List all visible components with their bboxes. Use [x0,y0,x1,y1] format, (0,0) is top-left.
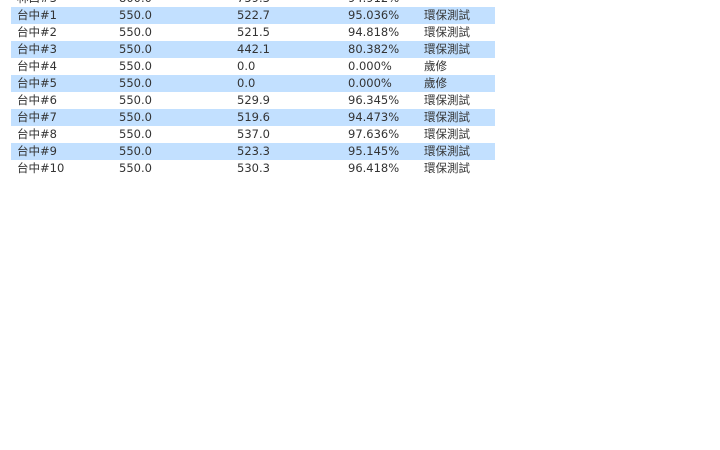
capacity-cell: 550.0 [119,8,152,22]
capacity-cell: 550.0 [119,127,152,141]
note-cell: 環保測試 [424,161,470,175]
unit-name-cell: 台中#7 [17,110,57,124]
unit-name-cell: 台中#3 [17,42,57,56]
table-row: 台中#7 550.0 519.6 94.473% 環保測試 [11,109,495,126]
note-cell: 環保測試 [424,42,470,56]
output-cell: 0.0 [237,76,256,90]
capacity-cell: 800.0 [119,0,152,7]
table-row: 台中#9 550.0 523.3 95.145% 環保測試 [11,143,495,160]
note-cell: 環保測試 [424,144,470,158]
note-cell: 環保測試 [424,25,470,39]
note-cell: 歲修 [424,76,447,90]
capacity-cell: 550.0 [119,76,152,90]
table-row: 台中#2 550.0 521.5 94.818% 環保測試 [11,24,495,41]
ratio-cell: 94.912% [348,0,399,7]
ratio-cell: 0.000% [348,59,392,73]
output-cell: 521.5 [237,25,270,39]
unit-name-cell: 台中#9 [17,144,57,158]
note-cell: 環保測試 [424,8,470,22]
unit-name-cell: 林口#3 [17,0,57,7]
power-unit-table: 林口#3 800.0 759.3 94.912% 台中#1 550.0 522.7 95.03… [11,0,495,177]
capacity-cell: 550.0 [119,110,152,124]
capacity-cell: 550.0 [119,25,152,39]
table-row: 台中#5 550.0 0.0 0.000% 歲修 [11,75,495,92]
table-row: 台中#4 550.0 0.0 0.000% 歲修 [11,58,495,75]
unit-name-cell: 台中#2 [17,25,57,39]
table-row: 台中#1 550.0 522.7 95.036% 環保測試 [11,7,495,24]
note-cell: 歲修 [424,59,447,73]
output-cell: 442.1 [237,42,270,56]
ratio-cell: 96.418% [348,161,400,175]
note-cell: 環保測試 [424,93,470,107]
ratio-cell: 95.145% [348,144,400,158]
capacity-cell: 550.0 [119,42,152,56]
output-cell: 529.9 [237,93,270,107]
ratio-cell: 96.345% [348,93,400,107]
output-cell: 537.0 [237,127,270,141]
output-cell: 759.3 [237,0,270,7]
note-cell: 環保測試 [424,127,470,141]
ratio-cell: 94.473% [348,110,400,124]
unit-name-cell: 台中#1 [17,8,57,22]
output-cell: 519.6 [237,110,270,124]
ratio-cell: 97.636% [348,127,400,141]
capacity-cell: 550.0 [119,144,152,158]
ratio-cell: 95.036% [348,8,400,22]
output-cell: 523.3 [237,144,270,158]
output-cell: 530.3 [237,161,270,175]
table-row: 林口#3 800.0 759.3 94.912% [11,0,495,7]
unit-name-cell: 台中#4 [17,59,57,73]
capacity-cell: 550.0 [119,59,152,73]
ratio-cell: 80.382% [348,42,400,56]
output-cell: 522.7 [237,8,270,22]
output-cell: 0.0 [237,59,256,73]
unit-name-cell: 台中#8 [17,127,57,141]
unit-name-cell: 台中#10 [17,161,65,175]
unit-name-cell: 台中#5 [17,76,57,90]
capacity-cell: 550.0 [119,161,152,175]
capacity-cell: 550.0 [119,93,152,107]
ratio-cell: 0.000% [348,76,392,90]
ratio-cell: 94.818% [348,25,400,39]
note-cell: 環保測試 [424,110,470,124]
table-row: 台中#8 550.0 537.0 97.636% 環保測試 [11,126,495,143]
table-row: 台中#6 550.0 529.9 96.345% 環保測試 [11,92,495,109]
unit-name-cell: 台中#6 [17,93,57,107]
table-row: 台中#10 550.0 530.3 96.418% 環保測試 [11,160,495,177]
table-row: 台中#3 550.0 442.1 80.382% 環保測試 [11,41,495,58]
